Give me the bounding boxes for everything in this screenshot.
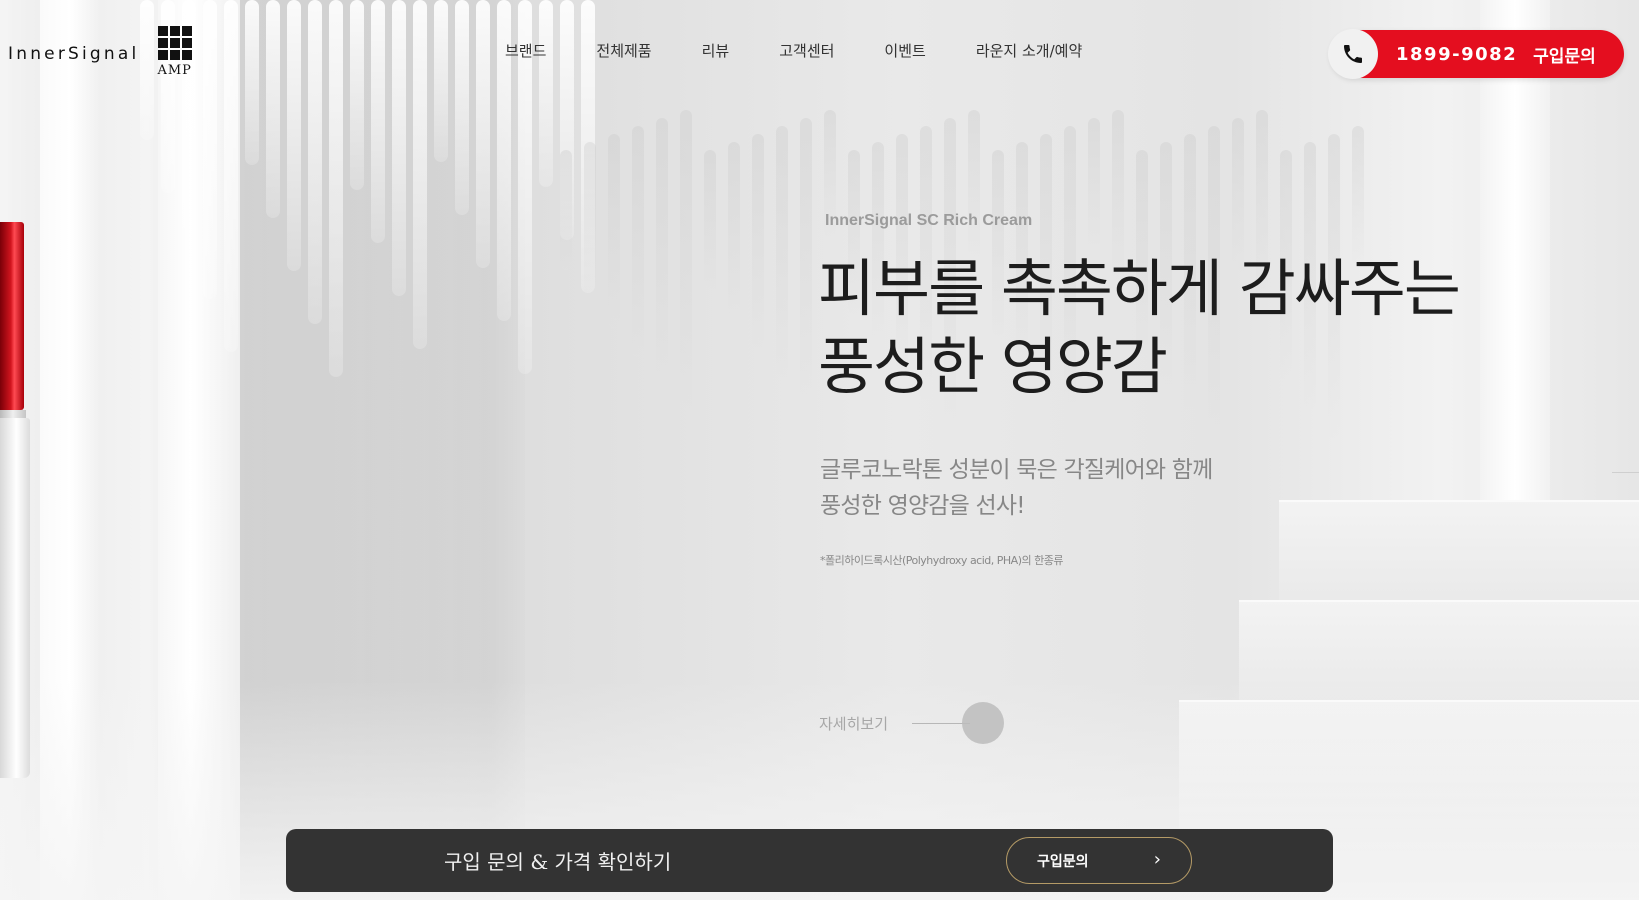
hero-description: 글루코노락톤 성분이 묵은 각질케어와 함께 풍성한 영양감을 선사! (820, 452, 1213, 524)
circle-arrow-icon (962, 702, 1005, 744)
hero-description-line: 글루코노락톤 성분이 묵은 각질케어와 함께 (820, 457, 1213, 483)
background-stripe (632, 126, 644, 357)
hero-headline-line: 풍성한 영양감 (818, 330, 1168, 403)
nav-item-lounge[interactable]: 라운지 소개/예약 (976, 40, 1082, 61)
hero-footnote: *폴리하이드록시산(Polyhydroxy acid, PHA)의 한종류 (820, 554, 1063, 567)
background-stripe (728, 142, 740, 321)
background-stripe (776, 126, 788, 379)
product-image (0, 222, 30, 782)
background-stripe (680, 110, 692, 415)
background-stripe (968, 110, 980, 259)
chevron-right-icon: › (1153, 849, 1161, 870)
hero-headline: 피부를 촉촉하게 감싸주는 풍성한 영양감 (818, 250, 1461, 406)
background-stripe (704, 150, 716, 292)
view-more-link[interactable]: 자세히보기 (819, 702, 1005, 744)
purchase-bar-text: 구입 문의 & 가격 확인하기 (444, 850, 672, 874)
main-nav: 브랜드 전체제품 리뷰 고객센터 이벤트 라운지 소개/예약 (505, 40, 1132, 61)
background-stripe (752, 134, 764, 350)
brand-sub: AMP (157, 63, 192, 78)
background-stripe (656, 118, 668, 386)
brand-name: InnerSignal (8, 44, 140, 64)
nav-item-brand[interactable]: 브랜드 (505, 40, 546, 61)
phone-icon (1328, 29, 1378, 79)
view-more-label: 자세히보기 (819, 714, 889, 733)
nav-item-event[interactable]: 이벤트 (884, 40, 925, 61)
contact-cta-label: 구입문의 (1533, 46, 1596, 67)
background-stripe (800, 118, 812, 408)
purchase-bar: 구입 문의 & 가격 확인하기 구입문의 › (286, 829, 1333, 892)
background-stripe (584, 142, 596, 299)
background-stripe (608, 134, 620, 328)
contact-phone-number: 1899-9082 (1396, 43, 1518, 65)
product-name: InnerSignal SC Rich Cream (825, 212, 1033, 229)
brand-logo[interactable]: InnerSignal AMP (8, 26, 192, 78)
hero-description-line: 풍성한 영양감을 선사! (820, 493, 1025, 519)
background-stripe (560, 150, 572, 270)
nav-item-customer-center[interactable]: 고객센터 (779, 40, 834, 61)
hero-headline-line: 피부를 촉촉하게 감싸주는 (818, 252, 1461, 325)
nav-item-review[interactable]: 리뷰 (702, 40, 730, 61)
purchase-inquiry-button[interactable]: 구입문의 › (1006, 837, 1192, 884)
slider-edge-mark (1612, 472, 1639, 473)
background-stripe (1352, 126, 1364, 267)
background-stripe (1088, 118, 1100, 252)
contact-cta-button[interactable]: 1899-9082 구입문의 (1328, 29, 1624, 79)
purchase-button-label: 구입문의 (1037, 853, 1089, 870)
logo-grid-icon: AMP (157, 26, 192, 78)
nav-item-all-products[interactable]: 전체제품 (596, 40, 651, 61)
site-header: InnerSignal AMP 브랜드 전체제품 리뷰 고객센터 이벤트 라운지… (0, 0, 1639, 100)
